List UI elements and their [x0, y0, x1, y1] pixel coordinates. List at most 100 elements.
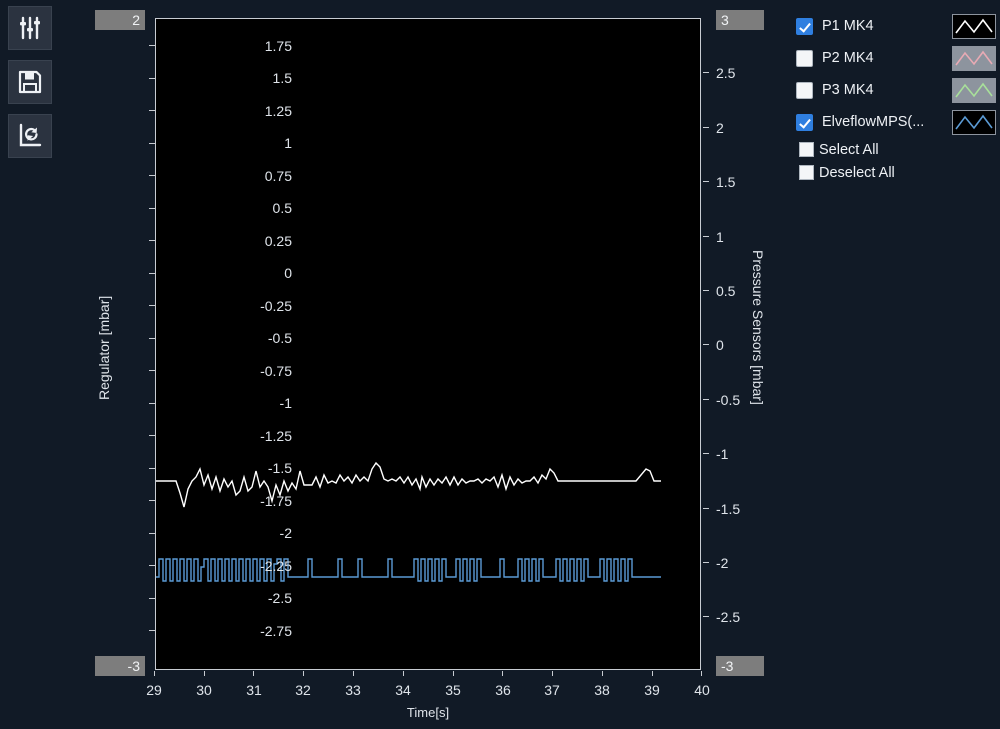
right-axis-tick: -0.5	[716, 392, 741, 408]
left-axis-tick: -2.5	[267, 590, 292, 606]
sliders-icon	[16, 14, 44, 42]
legend-thumbnail-elveflow[interactable]	[952, 110, 996, 135]
left-axis-min-field[interactable]: -3	[95, 656, 145, 676]
left-axis-tickmark	[149, 143, 155, 144]
x-axis-tick: 34	[395, 682, 411, 698]
right-axis-tick: -1	[716, 446, 729, 462]
x-axis-tick: 29	[146, 682, 162, 698]
x-axis-tickmark	[303, 671, 304, 676]
right-axis-tick: 2	[716, 120, 724, 136]
legend-item-p3-mk4[interactable]: P3 MK4	[796, 74, 996, 106]
left-axis-tickmark	[149, 533, 155, 534]
legend-item-p1-mk4[interactable]: P1 MK4	[796, 10, 996, 42]
left-axis-tick: -1	[279, 395, 292, 411]
x-axis-tickmark	[502, 671, 503, 676]
refresh-plot-button[interactable]	[8, 114, 52, 158]
x-axis-tickmark	[701, 671, 702, 676]
legend-label-p2-mk4: P2 MK4	[822, 50, 874, 66]
right-axis-title: Pressure Sensors [mbar]	[750, 250, 766, 405]
left-axis-tickmark	[149, 78, 155, 79]
left-axis-tickmark	[149, 305, 155, 306]
x-axis-tick: 36	[495, 682, 511, 698]
left-axis-tick: 1	[284, 135, 292, 151]
x-axis-tick: 38	[594, 682, 610, 698]
x-axis-tick: 31	[246, 682, 262, 698]
legend-item-elveflow[interactable]: ElveflowMPS(...	[796, 106, 996, 138]
x-axis-tickmark	[453, 671, 454, 676]
left-axis-title: Regulator [mbar]	[96, 295, 112, 400]
right-axis-tickmark	[703, 236, 709, 237]
right-axis-tick: 0	[716, 337, 724, 353]
x-axis-tickmark	[403, 671, 404, 676]
left-axis-tickmark	[149, 110, 155, 111]
left-axis-tick: -0.75	[260, 363, 292, 379]
legend-checkbox-p2-mk4[interactable]	[796, 49, 813, 67]
x-axis-tick: 39	[644, 682, 660, 698]
right-axis-tick: 1	[716, 229, 724, 245]
x-axis-tickmark	[652, 671, 653, 676]
right-axis-tickmark	[703, 344, 709, 345]
left-axis-tickmark	[149, 175, 155, 176]
left-axis-tick: 1.5	[272, 70, 292, 86]
right-axis-tick: 1.5	[716, 174, 736, 190]
right-axis-tickmark	[703, 453, 709, 454]
deselect-all-label: Deselect All	[819, 164, 895, 181]
left-axis-tickmark	[149, 565, 155, 566]
x-axis-tick: 40	[694, 682, 710, 698]
legend-panel: P1 MK4 P2 MK4 P3 MK4 ElveflowMPS(... Sel…	[796, 10, 996, 184]
left-axis-tick: -2.75	[260, 623, 292, 639]
legend-checkbox-elveflow[interactable]	[796, 113, 813, 131]
left-axis-tick: -2	[279, 525, 292, 541]
deselect-all-checkbox[interactable]	[799, 165, 814, 180]
x-axis-tickmark	[602, 671, 603, 676]
legend-item-p2-mk4[interactable]: P2 MK4	[796, 42, 996, 74]
legend-label-p1-mk4: P1 MK4	[822, 18, 874, 34]
save-button[interactable]	[8, 60, 52, 104]
left-axis-tickmark	[149, 45, 155, 46]
x-axis-tick: 35	[445, 682, 461, 698]
right-axis-tick: 2.5	[716, 65, 736, 81]
x-axis-tickmark	[253, 671, 254, 676]
deselect-all-row[interactable]: Deselect All	[799, 161, 996, 184]
right-axis-min-field[interactable]: -3	[716, 656, 764, 676]
left-axis-tick: -1.25	[260, 428, 292, 444]
legend-checkbox-p3-mk4[interactable]	[796, 81, 813, 99]
legend-thumbnail-p1-mk4[interactable]	[952, 14, 996, 39]
left-axis-tickmark	[149, 370, 155, 371]
legend-thumbnail-p2-mk4[interactable]	[952, 46, 996, 71]
right-axis-tick: -2.5	[716, 609, 741, 625]
right-axis-max-field[interactable]: 3	[716, 10, 764, 30]
x-axis-tickmark	[353, 671, 354, 676]
right-axis-tickmark	[703, 181, 709, 182]
legend-checkbox-p1-mk4[interactable]	[796, 17, 813, 35]
left-axis-tick: -2.25	[260, 558, 292, 574]
legend-thumbnail-p3-mk4[interactable]	[952, 78, 996, 103]
left-axis-tickmark	[149, 598, 155, 599]
left-axis-tickmark	[149, 208, 155, 209]
x-axis-tickmark	[204, 671, 205, 676]
left-axis-tick: -0.25	[260, 298, 292, 314]
left-axis-tick: -1.75	[260, 493, 292, 509]
right-axis-tick: -2	[716, 555, 729, 571]
x-axis-tickmark	[552, 671, 553, 676]
left-axis-tickmark	[149, 403, 155, 404]
right-axis-tickmark	[703, 562, 709, 563]
left-axis-tick: 0.5	[272, 200, 292, 216]
x-axis-tickmark	[154, 671, 155, 676]
select-all-row[interactable]: Select All	[799, 138, 996, 161]
x-axis-tick: 37	[544, 682, 560, 698]
x-axis-tick: 30	[196, 682, 212, 698]
left-axis-tickmark	[149, 240, 155, 241]
left-axis-tickmark	[149, 630, 155, 631]
right-axis-tickmark	[703, 127, 709, 128]
refresh-axes-icon	[16, 122, 44, 150]
left-axis-tick: 0.25	[264, 233, 292, 249]
left-axis-tickmark	[149, 435, 155, 436]
left-axis-max-field[interactable]: 2	[95, 10, 145, 30]
left-axis-tick: 1.75	[264, 38, 292, 54]
left-toolbar	[8, 6, 56, 168]
x-axis-tick: 33	[345, 682, 361, 698]
settings-sliders-button[interactable]	[8, 6, 52, 50]
right-axis-tickmark	[703, 399, 709, 400]
select-all-checkbox[interactable]	[799, 142, 814, 157]
